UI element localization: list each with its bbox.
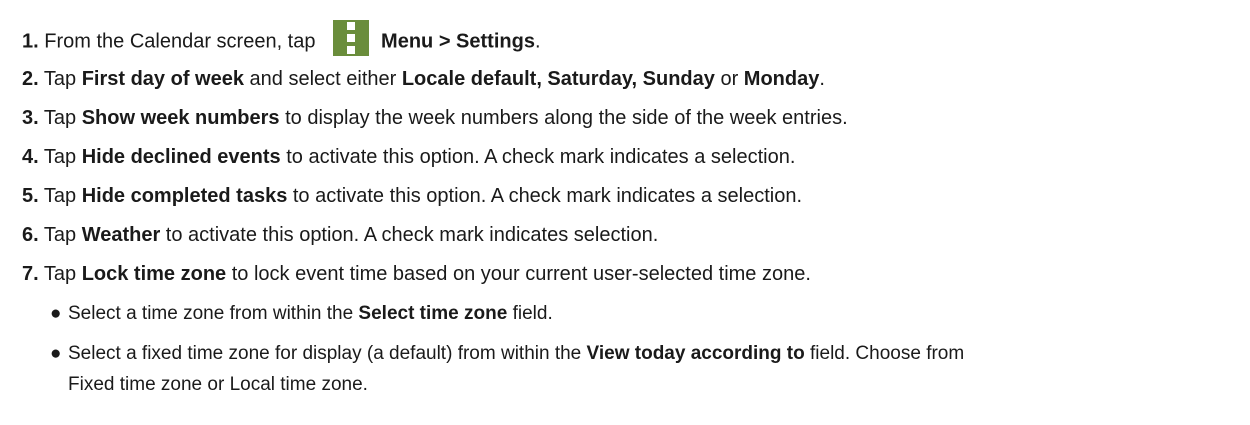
- step-6: 6. Tap Weather to activate this option. …: [22, 223, 658, 247]
- instruction-document: 1. From the Calendar screen, tap Menu > …: [0, 0, 1250, 425]
- step-text: Tap: [38, 107, 82, 129]
- step-number: 6.: [22, 224, 39, 246]
- step-text: to lock event time based on your current…: [226, 263, 811, 285]
- bullet-text: Select a fixed time zone for display (a …: [68, 343, 587, 364]
- step-text: Tap: [38, 263, 82, 285]
- step-text: Tap: [38, 68, 82, 90]
- step-1: 1. From the Calendar screen, tap Menu > …: [22, 20, 541, 56]
- step-bold-text: Lock time zone: [81, 263, 227, 285]
- step-bold-text: Show week numbers: [81, 107, 280, 129]
- step-3: 3. Tap Show week numbers to display the …: [22, 106, 848, 130]
- step-bold-text: Monday: [743, 68, 820, 90]
- step-5: 5. Tap Hide completed tasks to activate …: [22, 184, 802, 208]
- bullet-item-2-continuation: Fixed time zone or Local time zone.: [68, 373, 368, 397]
- bullet-item-1: ● Select a time zone from within the Sele…: [50, 302, 553, 326]
- step-bold-text: Weather: [81, 224, 161, 246]
- step-text: Tap: [38, 185, 82, 207]
- step-number: 5.: [22, 185, 39, 207]
- step-7: 7. Tap Lock time zone to lock event time…: [22, 262, 811, 286]
- step-number: 1.: [22, 30, 39, 53]
- step-bold-text: Locale default, Saturday, Sunday: [401, 68, 715, 90]
- bullet-dot-icon: ●: [50, 303, 62, 324]
- bullet-text: Fixed time zone or Local time zone.: [68, 374, 368, 395]
- step-text: .: [534, 30, 541, 53]
- step-text: From the Calendar screen, tap: [38, 30, 322, 53]
- bullet-dot-icon: ●: [50, 343, 62, 364]
- step-bold-text: Hide declined events: [81, 146, 281, 168]
- step-text: Tap: [38, 146, 82, 168]
- step-number: 2.: [22, 68, 39, 90]
- step-text: to display the week numbers along the si…: [279, 107, 848, 129]
- step-number: 7.: [22, 263, 39, 285]
- bullet-text: field. Choose from: [804, 343, 965, 364]
- step-bold-text: Menu > Settings: [381, 30, 535, 53]
- step-number: 3.: [22, 107, 39, 129]
- bullet-item-2: ● Select a fixed time zone for display (a…: [50, 342, 964, 366]
- step-text: and select either: [243, 68, 402, 90]
- step-text: .: [819, 68, 825, 90]
- step-bold-text: First day of week: [81, 68, 244, 90]
- step-text: Tap: [38, 224, 82, 246]
- step-text: to activate this option. A check mark in…: [160, 224, 659, 246]
- step-4: 4. Tap Hide declined events to activate …: [22, 145, 795, 169]
- menu-icon: [333, 20, 370, 56]
- bullet-bold-text: Select time zone: [358, 303, 508, 324]
- bullet-text: Select a time zone from within the: [68, 303, 359, 324]
- step-text: to activate this option. A check mark in…: [280, 146, 796, 168]
- step-bold-text: Hide completed tasks: [81, 185, 288, 207]
- bullet-bold-text: View today according to: [586, 343, 805, 364]
- step-2: 2. Tap First day of week and select eith…: [22, 67, 825, 91]
- step-text: to activate this option. A check mark in…: [287, 185, 803, 207]
- step-number: 4.: [22, 146, 39, 168]
- bullet-text: field.: [507, 303, 553, 324]
- step-text: or: [714, 68, 744, 90]
